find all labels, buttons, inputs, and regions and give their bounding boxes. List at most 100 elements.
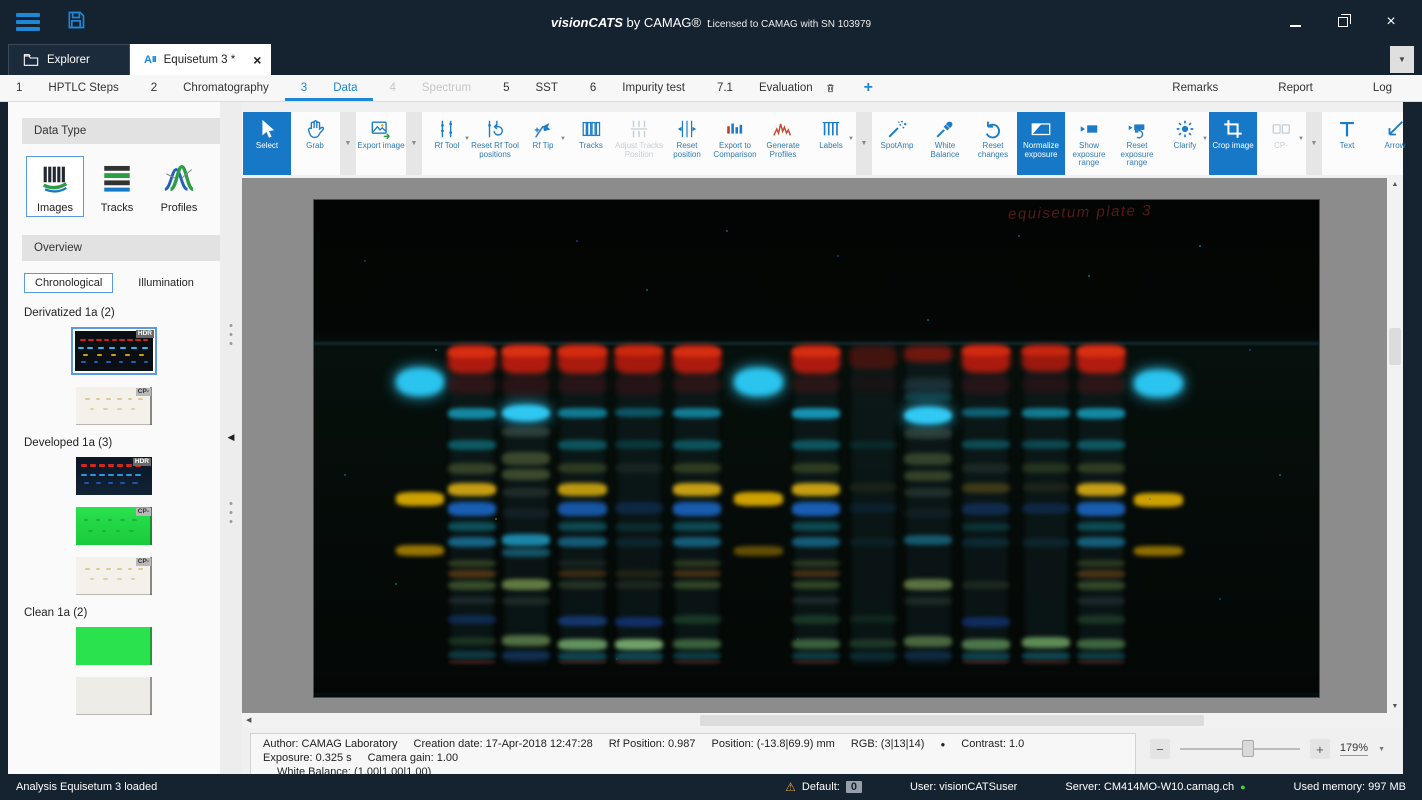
minimize-button[interactable] xyxy=(1288,15,1302,29)
overview-header: Overview xyxy=(22,235,220,261)
overview-tab-chronological[interactable]: Chronological xyxy=(24,273,113,293)
toolbar-select-button[interactable]: Select xyxy=(243,112,291,175)
step-tab-evaluation[interactable]: 7.1Evaluation xyxy=(701,75,852,101)
rf-tip-icon xyxy=(532,118,554,140)
tab-explorer[interactable]: Explorer xyxy=(8,44,130,75)
server-online-icon: ● xyxy=(1240,782,1245,792)
tab-overflow-dropdown[interactable]: ▼ xyxy=(1390,46,1414,73)
hamburger-menu-icon[interactable] xyxy=(16,10,40,34)
datatype-tracks-button[interactable]: Tracks xyxy=(88,156,146,217)
tab-document-active[interactable]: AIII Equisetum 3 * × xyxy=(130,44,271,75)
toolbar-reset-changes-button[interactable]: Reset changes xyxy=(969,112,1017,175)
thumbnail-group-label: Clean 1a (2) xyxy=(24,607,220,619)
thumbnail-plate-light[interactable]: CP- xyxy=(76,557,152,595)
dropdown-caret-icon[interactable]: ▼ xyxy=(1202,136,1208,142)
image-toolbar: SelectGrab▼Export image▼Rf Tool▼Reset Rf… xyxy=(242,112,1422,175)
status-message: Analysis Equisetum 3 loaded xyxy=(16,781,157,793)
datatype-header: Data Type xyxy=(22,118,220,144)
toolbar-rf-tool-button[interactable]: Rf Tool▼ xyxy=(423,112,471,175)
step-tab-data[interactable]: 3Data xyxy=(285,75,374,101)
toolbar-group-overflow[interactable]: ▼ xyxy=(856,112,872,175)
scroll-left-icon[interactable]: ◀ xyxy=(246,716,251,724)
step-tab-sst[interactable]: 5SST xyxy=(487,75,574,101)
toolbar-labels-button[interactable]: Labels▼ xyxy=(807,112,855,175)
dropdown-caret-icon[interactable]: ▼ xyxy=(1298,136,1304,142)
toolbar-text-button[interactable]: Text xyxy=(1323,112,1371,175)
thumbnail-derivatized-dark-selected[interactable]: HDR xyxy=(71,327,157,375)
thumbnail-developed-green[interactable]: CP- xyxy=(76,507,152,545)
collapse-sidebar-icon[interactable]: ◀ xyxy=(228,432,235,443)
delete-step-icon[interactable] xyxy=(825,82,836,94)
status-user: User: visionCATSuser xyxy=(910,781,1017,793)
default-notifications[interactable]: ⚠ Default: 0 xyxy=(785,780,862,794)
toolbar-group-overflow[interactable]: ▼ xyxy=(406,112,422,175)
step-link-report[interactable]: Report xyxy=(1248,75,1343,101)
toolbar-group-overflow[interactable]: ▼ xyxy=(1306,112,1322,175)
dropdown-caret-icon[interactable]: ▼ xyxy=(560,136,566,142)
zoom-slider[interactable] xyxy=(1180,748,1300,750)
toolbar-show-exposure-range-button[interactable]: Show exposure range xyxy=(1065,112,1113,175)
toolbar-reset-rf-tool-positions-button[interactable]: Reset Rf Tool positions xyxy=(471,112,519,175)
step-tab-impurity-test[interactable]: 6Impurity test xyxy=(574,75,701,101)
dropdown-caret-icon[interactable]: ▼ xyxy=(464,136,470,142)
save-icon[interactable] xyxy=(66,10,86,35)
zoom-slider-thumb[interactable] xyxy=(1242,740,1254,757)
toolbar-group-overflow[interactable]: ▼ xyxy=(340,112,356,175)
toolbar-reset-exposure-range-button[interactable]: Reset exposure range xyxy=(1113,112,1161,175)
tlc-plate-image[interactable]: equisetum plate 3 xyxy=(314,200,1319,698)
warning-icon: ⚠ xyxy=(785,780,796,794)
sidebar: Data Type ImagesTracksProfiles Overview … xyxy=(8,102,220,774)
normalize-exposure-icon xyxy=(1030,118,1052,140)
toolbar-crop-image-button[interactable]: Crop image xyxy=(1209,112,1257,175)
dropdown-caret-icon[interactable]: ▼ xyxy=(848,136,854,142)
toolbar-export-to-comparison-button[interactable]: Export to Comparison xyxy=(711,112,759,175)
step-link-log[interactable]: Log xyxy=(1343,75,1422,101)
plate-track-4 xyxy=(558,200,606,698)
sidebar-splitter[interactable]: ◀ xyxy=(220,102,242,774)
toolbar-normalize-exposure-button[interactable]: Normalize exposure xyxy=(1017,112,1065,175)
folder-icon xyxy=(23,53,39,67)
close-button[interactable]: × xyxy=(1384,15,1398,29)
toolbar-generate-profiles-button[interactable]: Generate Profiles xyxy=(759,112,807,175)
datatype-images-button[interactable]: Images xyxy=(26,156,84,217)
tab-close-icon[interactable]: × xyxy=(253,52,261,68)
thumbnail-developed-dark[interactable]: HDR xyxy=(76,457,152,495)
toolbar-tracks-button[interactable]: Tracks xyxy=(567,112,615,175)
thumbnail-clean-white[interactable] xyxy=(76,677,152,715)
datatype-profiles-button[interactable]: Profiles xyxy=(150,156,208,217)
toolbar-reset-position-button[interactable]: Reset position xyxy=(663,112,711,175)
thumbnail-clean-green[interactable] xyxy=(76,627,152,665)
zoom-in-button[interactable]: + xyxy=(1310,739,1330,759)
scroll-down-icon[interactable]: ▼ xyxy=(1387,703,1403,710)
step-tab-spectrum[interactable]: 4Spectrum xyxy=(373,75,487,101)
plate-track-9 xyxy=(849,200,897,698)
toolbar-spotamp-button[interactable]: SpotAmp xyxy=(873,112,921,175)
tab-document-label: Equisetum 3 * xyxy=(164,54,236,66)
maximize-button[interactable] xyxy=(1336,15,1350,29)
cp-icon xyxy=(1270,118,1292,140)
title-bar: visionCATS by CAMAG®-Licensed to CAMAG w… xyxy=(0,0,1422,44)
vertical-scroll-thumb[interactable] xyxy=(1389,328,1401,365)
toolbar-white-balance-button[interactable]: White Balance xyxy=(921,112,969,175)
zoom-percentage[interactable]: 179% xyxy=(1340,742,1368,756)
step-link-remarks[interactable]: Remarks xyxy=(1142,75,1248,101)
toolbar-clarify-button[interactable]: Clarify▼ xyxy=(1161,112,1209,175)
scroll-up-icon[interactable]: ▲ xyxy=(1387,181,1403,188)
zoom-out-button[interactable]: − xyxy=(1150,739,1170,759)
toolbar-cp--button: CP-▼ xyxy=(1257,112,1305,175)
toolbar-export-image-button[interactable]: Export image xyxy=(357,112,405,175)
horizontal-scroll-thumb[interactable] xyxy=(700,715,1204,726)
step-tab-hptlc-steps[interactable]: 1HPTLC Steps xyxy=(0,75,135,101)
horizontal-scrollbar[interactable]: ◀ xyxy=(242,713,1387,728)
hdr-badge: HDR xyxy=(133,458,151,466)
thumbnail-plate-light[interactable]: CP- xyxy=(76,387,152,425)
toolbar-arrow-button[interactable]: Arrow xyxy=(1371,112,1419,175)
thumbnail-group-label: Derivatized 1a (2) xyxy=(24,307,220,319)
toolbar-grab-button[interactable]: Grab xyxy=(291,112,339,175)
zoom-dropdown-icon[interactable]: ▼ xyxy=(1378,746,1385,753)
step-tab-chromatography[interactable]: 2Chromatography xyxy=(135,75,285,101)
overview-tab-illumination[interactable]: Illumination xyxy=(127,273,205,293)
add-step-button[interactable]: + xyxy=(852,75,885,101)
vertical-scrollbar[interactable]: ▲ ▼ xyxy=(1387,178,1403,713)
toolbar-rf-tip-button[interactable]: Rf Tip▼ xyxy=(519,112,567,175)
